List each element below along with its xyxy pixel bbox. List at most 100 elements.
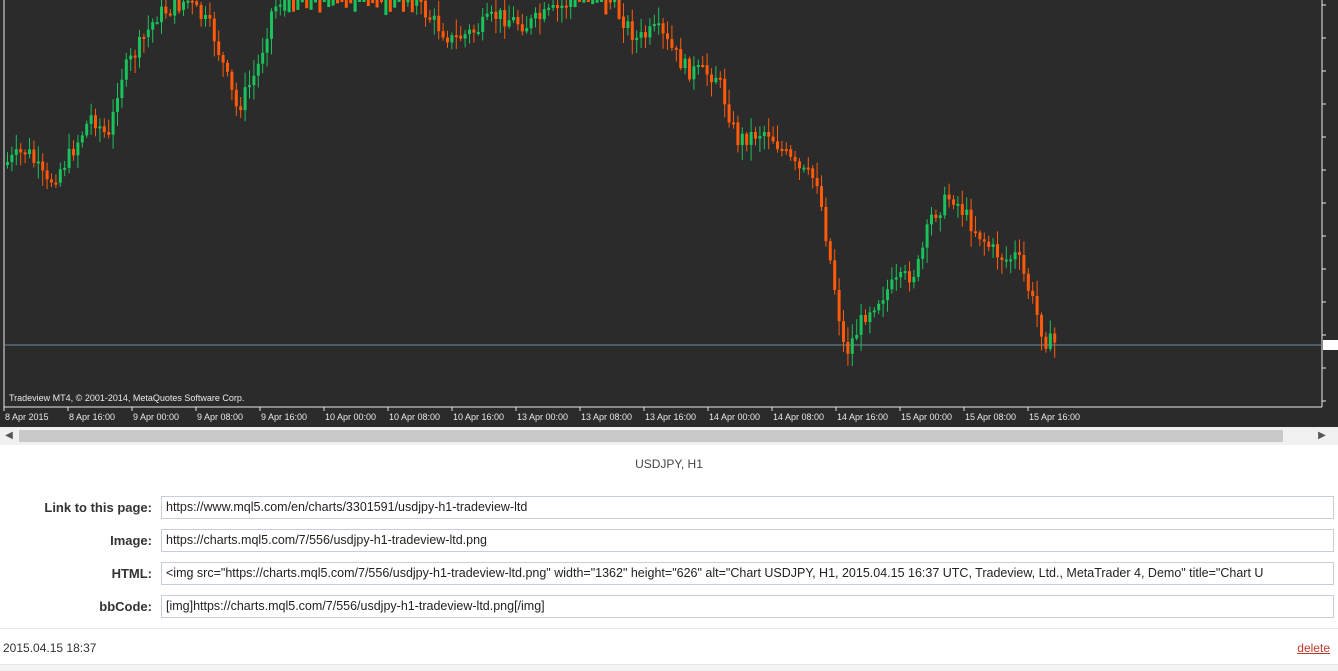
candle-body bbox=[780, 149, 784, 152]
candle-body bbox=[63, 167, 67, 170]
candle-body bbox=[679, 49, 683, 69]
candle-body bbox=[287, 0, 291, 13]
candle-body bbox=[472, 29, 476, 33]
candle-body bbox=[50, 179, 53, 183]
candle-body bbox=[446, 37, 449, 43]
x-tick-label: 15 Apr 00:00 bbox=[901, 412, 952, 422]
candle-body bbox=[1053, 333, 1057, 343]
candle-body bbox=[296, 0, 300, 10]
candle-body bbox=[828, 241, 832, 261]
candle-body bbox=[578, 0, 581, 2]
scroll-right-arrow-icon[interactable]: ▶ bbox=[1316, 430, 1328, 442]
candle-body bbox=[248, 85, 251, 88]
candle-body bbox=[987, 241, 991, 248]
candle-body bbox=[916, 258, 920, 277]
html-row: HTML: <img src="https://charts.mql5.com/… bbox=[0, 562, 1338, 586]
candle-body bbox=[815, 177, 819, 187]
candle-body bbox=[573, 0, 577, 8]
candle-body bbox=[551, 5, 555, 8]
scroll-left-arrow-icon[interactable]: ◀ bbox=[3, 430, 15, 442]
x-tick-label: 10 Apr 16:00 bbox=[453, 412, 504, 422]
chart-scrollbar[interactable]: ◀ ▶ bbox=[0, 427, 1338, 445]
candle-body bbox=[349, 0, 353, 4]
candle-body bbox=[85, 123, 89, 136]
chart-area[interactable]: 8 Apr 2015 8 Apr 16:00 9 Apr 00:00 9 Apr 08… bbox=[0, 0, 1338, 427]
candle-body bbox=[481, 16, 485, 32]
html-input[interactable]: <img src="https://charts.mql5.com/7/556/… bbox=[161, 562, 1334, 585]
bbcode-row: bbCode: [img]https://charts.mql5.com/7/5… bbox=[0, 595, 1338, 619]
candle-body bbox=[960, 203, 964, 216]
candle-body bbox=[23, 152, 27, 155]
candle-body bbox=[595, 0, 599, 3]
candle-body bbox=[336, 0, 339, 4]
chart-copyright: Tradeview MT4, © 2001-2014, MetaQuotes S… bbox=[9, 393, 245, 403]
candle-body bbox=[314, 0, 317, 3]
candle-body bbox=[520, 24, 524, 32]
x-tick-label: 13 Apr 16:00 bbox=[645, 412, 696, 422]
candle-body bbox=[846, 341, 850, 354]
candle-body bbox=[965, 209, 969, 216]
candle-body bbox=[362, 0, 366, 2]
candle-body bbox=[437, 15, 441, 32]
candle-body bbox=[441, 31, 445, 38]
candle-body bbox=[886, 289, 889, 301]
candle-body bbox=[811, 168, 815, 178]
candle-body bbox=[309, 0, 313, 10]
candle-body bbox=[1004, 259, 1008, 262]
candle-body bbox=[947, 194, 951, 200]
candle-body bbox=[1009, 259, 1013, 262]
candle-body bbox=[516, 17, 520, 25]
candle-body bbox=[133, 55, 137, 58]
candle-body bbox=[701, 65, 705, 68]
candle-body bbox=[142, 36, 146, 39]
candle-body bbox=[331, 0, 335, 6]
chart-caption: USDJPY, H1 bbox=[635, 457, 703, 471]
candle-body bbox=[652, 24, 656, 27]
candle-body bbox=[146, 29, 150, 38]
candle-body bbox=[388, 0, 392, 12]
candle-body bbox=[450, 35, 454, 43]
scroll-thumb[interactable] bbox=[19, 430, 1283, 442]
candle-body bbox=[94, 115, 97, 129]
candle-body bbox=[877, 303, 881, 311]
bbcode-input[interactable]: [img]https://charts.mql5.com/7/556/usdjp… bbox=[161, 595, 1334, 618]
candle-body bbox=[674, 47, 678, 50]
candle-body bbox=[428, 17, 432, 20]
candle-body bbox=[375, 0, 379, 8]
candle-body bbox=[771, 136, 775, 142]
candle-body bbox=[1022, 254, 1026, 274]
candle-body bbox=[454, 35, 458, 38]
candle-body bbox=[789, 149, 793, 157]
candle-body bbox=[243, 87, 247, 111]
link-input[interactable]: https://www.mql5.com/en/charts/3301591/u… bbox=[161, 496, 1334, 519]
candle-body bbox=[639, 32, 643, 38]
candle-body bbox=[283, 0, 287, 11]
candle-body bbox=[850, 338, 854, 354]
image-input[interactable]: https://charts.mql5.com/7/556/usdjpy-h1-… bbox=[161, 529, 1334, 552]
candle-body bbox=[696, 65, 700, 68]
candle-body bbox=[529, 18, 533, 29]
candle-body bbox=[230, 71, 234, 90]
candle-body bbox=[318, 0, 322, 13]
x-tick-label: 14 Apr 08:00 bbox=[773, 412, 824, 422]
candle-body bbox=[908, 271, 911, 283]
candle-body bbox=[261, 52, 265, 64]
candle-body bbox=[186, 0, 190, 3]
candle-body bbox=[111, 111, 115, 135]
candle-body bbox=[463, 34, 467, 39]
bbcode-label: bbCode: bbox=[99, 599, 152, 614]
candle-body bbox=[402, 0, 405, 12]
candle-body bbox=[776, 141, 779, 150]
candle-body bbox=[305, 0, 309, 9]
candle-body bbox=[1026, 273, 1030, 291]
candle-body bbox=[432, 15, 436, 20]
candle-body bbox=[406, 0, 410, 3]
candle-body bbox=[300, 0, 304, 3]
footer-divider bbox=[0, 628, 1338, 629]
candle-body bbox=[630, 21, 634, 41]
candle-body bbox=[538, 12, 542, 20]
candlestick-chart[interactable]: 8 Apr 2015 8 Apr 16:00 9 Apr 00:00 9 Apr 08… bbox=[0, 0, 1338, 427]
candle-body bbox=[485, 13, 489, 17]
delete-link[interactable]: delete bbox=[1297, 641, 1330, 655]
candle-body bbox=[903, 271, 907, 274]
